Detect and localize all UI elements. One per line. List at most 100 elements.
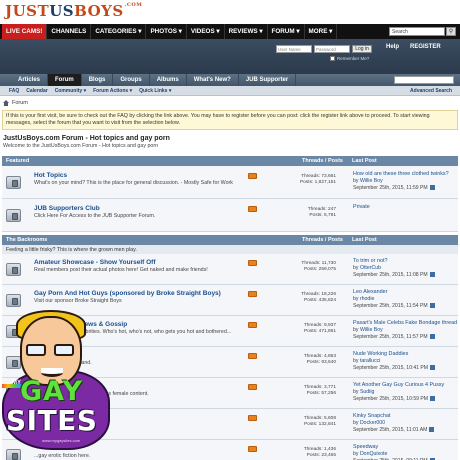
go-to-last-post-icon[interactable] <box>429 272 435 278</box>
remember-checkbox[interactable] <box>330 56 335 61</box>
last-post-title[interactable]: Private <box>353 204 370 210</box>
rss-icon[interactable] <box>248 384 257 390</box>
help-link[interactable]: Help <box>386 44 399 50</box>
forum-search-input[interactable] <box>394 76 454 84</box>
forum-name[interactable]: Amateur Showcase - Show Yourself Off <box>34 259 155 266</box>
last-post-title[interactable]: Paxart's Male Celebs Fake Bondage thread <box>353 320 457 326</box>
go-to-last-post-icon[interactable] <box>430 396 436 402</box>
forum-name[interactable]: Hot Topics <box>34 172 67 179</box>
topnav-forum[interactable]: FORUM ▾ <box>268 24 305 39</box>
subnav-quick-links[interactable]: Quick Links ▾ <box>139 88 178 94</box>
tab-articles[interactable]: Articles <box>11 74 49 86</box>
topnav-photos[interactable]: PHOTOS ▾ <box>146 24 187 39</box>
subnav-community[interactable]: Community ▾ <box>55 88 93 94</box>
last-post-author-link[interactable]: Sudiig <box>360 389 374 395</box>
last-post-author-link[interactable]: DonQuixote <box>360 451 387 457</box>
last-post-date: September 25th, 2015, 11:59 PM <box>353 185 435 191</box>
last-post-title[interactable]: To trim or not? <box>353 258 387 264</box>
go-to-last-post-icon[interactable] <box>430 365 436 371</box>
tab-whats-new[interactable]: What's New? <box>187 74 239 86</box>
breadcrumb-forum[interactable]: Forum <box>12 100 28 106</box>
last-post-author-link[interactable]: rhodie <box>360 296 374 302</box>
topnav-channels[interactable]: CHANNELS <box>47 24 92 39</box>
last-post-title[interactable]: Yet Another Gay Guy Curious 4 Pussy <box>353 382 444 388</box>
topnav-reviews[interactable]: REVIEWS ▾ <box>225 24 268 39</box>
topnav-videos[interactable]: VIDEOS ▾ <box>187 24 225 39</box>
forum-status-icon <box>6 176 21 189</box>
forum-row[interactable]: JUB Supporters Club Click Here For Access… <box>2 199 458 232</box>
last-post-author-link[interactable]: OtterCub <box>360 265 381 271</box>
password-field[interactable]: Password <box>314 45 350 53</box>
topnav-live-cams[interactable]: LIVE CAMS! <box>2 24 48 39</box>
subnav-forum-actions[interactable]: Forum Actions ▾ <box>93 88 139 94</box>
forum-stats: Threads: 1,436 Posts: 23,465 <box>260 447 336 459</box>
forum-stats: Threads: 11,730 Posts: 259,075 <box>260 261 336 273</box>
register-link[interactable]: REGISTER <box>410 44 441 50</box>
rss-icon[interactable] <box>248 206 257 212</box>
remember-me[interactable]: Remember Me? <box>330 56 369 61</box>
last-post-date: September 25th, 2015, 11:54 PM <box>353 303 435 309</box>
last-post-title[interactable]: Leo Alexander <box>353 289 387 295</box>
forum-description: Real members post their actual photos he… <box>34 267 208 273</box>
subnav-calendar[interactable]: Calendar <box>26 88 54 94</box>
login-button[interactable]: Log in <box>352 45 372 53</box>
last-post-date: September 25th, 2015, 11:01 AM <box>353 427 435 433</box>
last-post-title[interactable]: How old are these three clothed twinks? <box>353 171 449 177</box>
by-label: by <box>353 296 359 302</box>
site-logo[interactable]: JUSTUSBOYS.COM <box>5 2 142 20</box>
go-to-last-post-icon[interactable] <box>429 334 435 340</box>
last-post-title[interactable]: Nude Working Daddies <box>353 351 408 357</box>
go-to-last-post-icon[interactable] <box>429 185 435 191</box>
rss-icon[interactable] <box>248 173 257 179</box>
home-icon[interactable] <box>3 100 9 106</box>
forum-row[interactable]: Hot Topics What's on your mind? This is t… <box>2 166 458 199</box>
category-backrooms[interactable]: The Backrooms Threads / Posts Last Post <box>2 235 458 245</box>
forum-stats: Threads: 5,608 Posts: 132,841 <box>260 416 336 428</box>
forum-row[interactable]: Amateur Showcase - Show Yourself Off Real… <box>2 254 458 285</box>
my-gay-sites-badge[interactable]: MY GAY SITES www.mygaysites.com <box>0 310 112 460</box>
by-label: by <box>353 178 359 184</box>
tab-albums[interactable]: Albums <box>150 74 187 86</box>
forum-stats: Threads: 4,863 Posts: 93,640 <box>260 354 336 366</box>
last-post-author-link[interactable]: Willie Boy <box>360 327 383 333</box>
badge-url: www.mygaysites.com <box>42 438 81 443</box>
go-to-last-post-icon[interactable] <box>429 303 435 309</box>
go-to-last-post-icon[interactable] <box>429 427 435 433</box>
tab-jub-supporter[interactable]: JUB Supporter <box>239 74 297 86</box>
last-post-title[interactable]: Kinky Snapchat <box>353 413 390 419</box>
tab-forum[interactable]: Forum <box>48 74 82 86</box>
category-title: The Backrooms <box>6 237 48 243</box>
category-featured[interactable]: Featured Threads / Posts Last Post <box>2 156 458 166</box>
rss-icon[interactable] <box>248 415 257 421</box>
badge-gay: GAY <box>20 376 84 407</box>
search-icon[interactable]: ⚲ <box>446 27 456 36</box>
last-post-date-text: September 25th, 2015, 11:08 PM <box>353 272 428 278</box>
rss-icon[interactable] <box>248 322 257 328</box>
logo-tld: .COM <box>124 2 143 8</box>
last-post-author-link[interactable]: tarallucci <box>360 358 380 364</box>
post-count: Posts: 93,640 <box>306 360 336 365</box>
search-input[interactable]: Search <box>389 27 445 36</box>
last-post-author-link[interactable]: Docker000 <box>360 420 385 426</box>
last-post-author-link[interactable]: Willie Boy <box>360 178 383 184</box>
tab-blogs[interactable]: Blogs <box>82 74 114 86</box>
advanced-search-link[interactable]: Advanced Search <box>410 88 452 94</box>
username-field[interactable]: User Name <box>276 45 312 53</box>
rss-icon[interactable] <box>248 260 257 266</box>
rss-icon[interactable] <box>248 446 257 452</box>
forum-name[interactable]: JUB Supporters Club <box>34 205 100 212</box>
category-description: Feeling a little frisky? This is where t… <box>2 245 458 254</box>
last-post-title[interactable]: Speedway <box>353 444 378 450</box>
rss-icon[interactable] <box>248 291 257 297</box>
post-count: Posts: 23,465 <box>306 453 336 458</box>
topnav-more[interactable]: MORE ▾ <box>305 24 338 39</box>
last-post-date-text: September 25th, 2015, 10:59 PM <box>353 396 429 402</box>
forum-header: JustUsBoys.com Forum - Hot topics and ga… <box>0 130 460 156</box>
forum-name[interactable]: Gay Porn And Hot Guys (sponsored by Brok… <box>34 290 221 297</box>
topnav-categories[interactable]: CATEGORIES ▾ <box>91 24 147 39</box>
by-label: by <box>353 265 359 271</box>
tab-groups[interactable]: Groups <box>113 74 150 86</box>
subnav-faq[interactable]: FAQ <box>9 88 26 94</box>
post-count: Posts: 435,824 <box>303 298 336 303</box>
rss-icon[interactable] <box>248 353 257 359</box>
